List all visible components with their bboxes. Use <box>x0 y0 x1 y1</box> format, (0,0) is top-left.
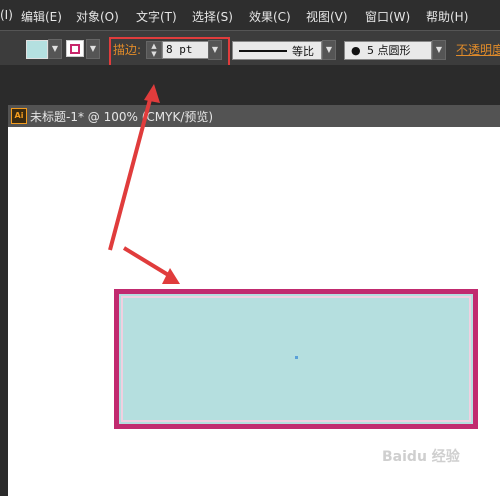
arrow-down-head-icon <box>162 268 180 284</box>
arrow-down-line <box>122 246 172 278</box>
arrow-up-line <box>108 91 154 251</box>
watermark: Baidu 经验 <box>382 449 460 465</box>
arrow-up-head-icon <box>144 84 160 103</box>
annotation-arrows <box>108 84 180 284</box>
